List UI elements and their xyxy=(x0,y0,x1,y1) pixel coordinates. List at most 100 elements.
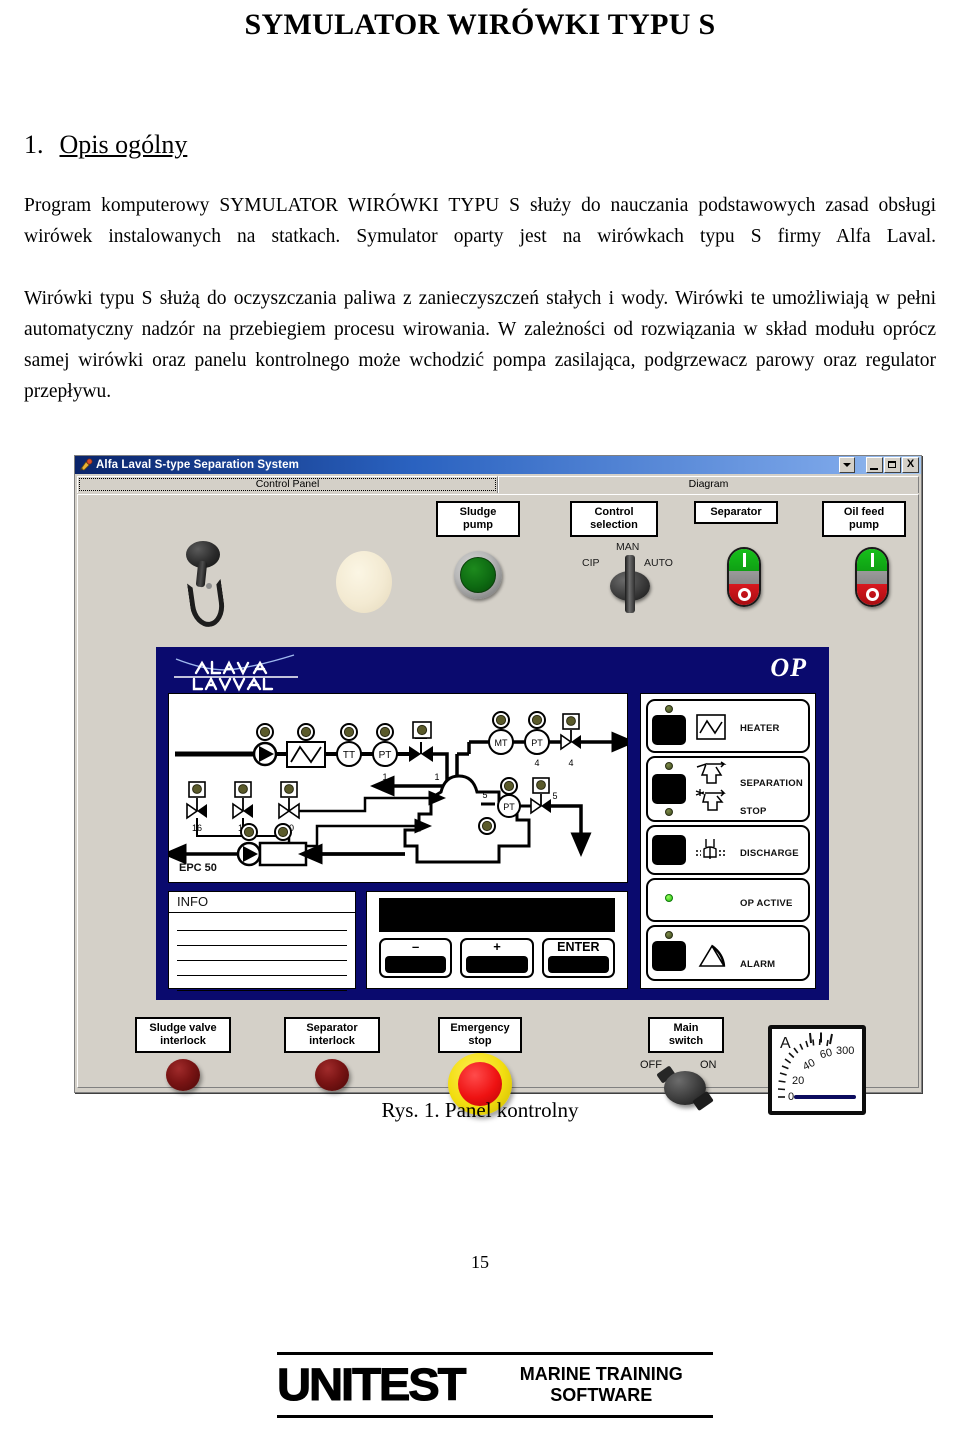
oil-feed-pump-switch[interactable] xyxy=(855,547,889,607)
body-text: Program komputerowy SYMULATOR WIRÓWKI TY… xyxy=(24,190,936,407)
svg-text:TT: TT xyxy=(343,750,355,761)
unitest-wordmark: UNITEST xyxy=(276,1359,467,1410)
info-line xyxy=(177,976,347,991)
alfa-laval-logo xyxy=(172,651,300,695)
info-panel-header: INFO xyxy=(169,892,355,913)
alarm-button[interactable] xyxy=(652,941,686,971)
svg-text:PT: PT xyxy=(503,802,515,812)
sludge-pump-button[interactable] xyxy=(454,551,502,599)
op-row-separation[interactable]: SEPARATION STOP xyxy=(646,756,810,822)
svg-text:4: 4 xyxy=(568,758,573,768)
enter-key[interactable]: ENTER xyxy=(541,938,615,978)
control-selection-pos-cip: CIP xyxy=(582,557,600,569)
separator-switch-off xyxy=(729,583,759,605)
svg-text:1: 1 xyxy=(434,772,439,782)
sludge-pump-lamp xyxy=(460,557,496,593)
info-line xyxy=(177,946,347,961)
separator-switch-mid xyxy=(729,571,759,584)
oil-feed-pump-switch-off xyxy=(857,583,887,605)
main-switch-label: Main switch xyxy=(648,1017,724,1053)
separation-button[interactable] xyxy=(652,774,686,804)
control-selection-lever xyxy=(625,555,635,613)
heater-led xyxy=(665,705,673,713)
close-icon: X xyxy=(906,458,915,470)
ammeter-tick-300: 300 xyxy=(836,1045,855,1057)
window-titlebar: Alfa Laval S-type Separation System X xyxy=(75,456,921,474)
page-number: 15 xyxy=(471,1252,489,1272)
heater-button[interactable] xyxy=(652,715,686,745)
top-control-strip: Sludge pump Control selection CIP MAN AU… xyxy=(78,495,918,643)
bottom-control-strip: Sludge valve interlock Separator interlo… xyxy=(78,1007,918,1115)
separation-led xyxy=(665,762,673,770)
keypad-keys: – + ENTER xyxy=(373,938,621,978)
separator-interlock-lamp[interactable] xyxy=(315,1059,349,1091)
enter-key-cap xyxy=(547,956,609,973)
minimize-button[interactable] xyxy=(866,457,883,473)
minus-key-label: – xyxy=(412,939,420,954)
info-line xyxy=(177,961,347,976)
flow-schematic-svg: TT PT 1 1 MT PT 4 4 5 PT 5 16 xyxy=(162,711,636,867)
process-flow-diagram: TT PT 1 1 MT PT 4 4 5 PT 5 16 EPC 50 xyxy=(162,693,636,883)
op-row-heater[interactable]: HEATER xyxy=(646,699,810,753)
footer-logo: UNITEST MARINE TRAINING SOFTWARE xyxy=(276,1352,713,1430)
svg-text:5: 5 xyxy=(552,791,557,801)
page-title: SYMULATOR WIRÓWKI TYPU S xyxy=(244,8,716,41)
op-active-led xyxy=(665,894,673,902)
footer-rule-bottom xyxy=(277,1415,713,1418)
tab-control-panel[interactable]: Control Panel xyxy=(77,476,498,493)
section-number: 1. xyxy=(24,130,44,159)
control-selection-pos-man: MAN xyxy=(616,541,640,553)
window-title: Alfa Laval S-type Separation System xyxy=(96,459,299,471)
svg-text:4: 4 xyxy=(534,758,539,768)
alarm-led xyxy=(665,931,673,939)
op-title: OP xyxy=(770,653,807,682)
svg-text:PT: PT xyxy=(531,738,543,748)
separator-label: Separator xyxy=(694,501,778,524)
discharge-icon xyxy=(694,837,734,870)
separation-label: SEPARATION xyxy=(740,778,803,789)
window-client-area: Sludge pump Control selection CIP MAN AU… xyxy=(77,494,919,1115)
svg-text:MT: MT xyxy=(495,738,508,748)
footer-row: UNITEST MARINE TRAINING SOFTWARE xyxy=(276,1355,713,1415)
app-icon xyxy=(79,458,93,472)
emergency-stop-label: Emergency stop xyxy=(438,1017,522,1053)
op-row-discharge[interactable]: DISCHARGE xyxy=(646,825,810,875)
sludge-valve-interlock-lamp[interactable] xyxy=(166,1059,200,1091)
op-panel: HEATER SEPARATION STOP DISCHARGE OP ACTI… xyxy=(640,693,816,989)
info-line xyxy=(177,916,347,931)
control-selection-switch[interactable]: CIP MAN AUTO xyxy=(582,535,678,621)
sludge-valve-interlock-label: Sludge valve interlock xyxy=(135,1017,231,1053)
stop-led xyxy=(665,808,673,816)
info-panel: INFO xyxy=(168,891,356,991)
oil-feed-pump-label: Oil feed pump xyxy=(822,501,906,537)
op-row-alarm[interactable]: ALARM xyxy=(646,925,810,981)
hook-knob-icon xyxy=(184,541,228,630)
keypad-panel: – + ENTER xyxy=(366,891,628,989)
minus-key-cap xyxy=(385,956,447,973)
main-switch-pos-on: ON xyxy=(700,1059,717,1071)
tab-diagram[interactable]: Diagram xyxy=(498,476,919,493)
separator-interlock-label: Separator interlock xyxy=(284,1017,380,1053)
minus-key[interactable]: – xyxy=(379,938,453,978)
info-line xyxy=(177,931,347,946)
heater-icon xyxy=(696,714,726,745)
op-active-label: OP ACTIVE xyxy=(740,898,793,909)
discharge-label: DISCHARGE xyxy=(740,848,799,859)
main-switch-pos-off: OFF xyxy=(640,1059,662,1071)
control-selection-label: Control selection xyxy=(570,501,658,537)
maximize-button[interactable] xyxy=(884,457,901,473)
discharge-button[interactable] xyxy=(652,835,686,865)
separator-switch[interactable] xyxy=(727,547,761,607)
plus-key-label: + xyxy=(493,939,501,954)
svg-text:1: 1 xyxy=(382,772,387,782)
svg-text:PT: PT xyxy=(379,750,392,761)
chevron-down-icon[interactable] xyxy=(839,457,855,473)
paragraph-1: Program komputerowy SYMULATOR WIRÓWKI TY… xyxy=(24,195,936,247)
section-heading: 1. Opis ogólny xyxy=(24,130,524,160)
paragraph-2: Wirówki typu S służą do oczyszczania pal… xyxy=(24,288,936,402)
oil-feed-pump-switch-mid xyxy=(857,571,887,584)
info-panel-lines xyxy=(169,913,355,991)
close-button[interactable]: X xyxy=(902,457,919,473)
plus-key[interactable]: + xyxy=(460,938,534,978)
application-window-screenshot: Alfa Laval S-type Separation System X Co… xyxy=(74,455,922,1115)
